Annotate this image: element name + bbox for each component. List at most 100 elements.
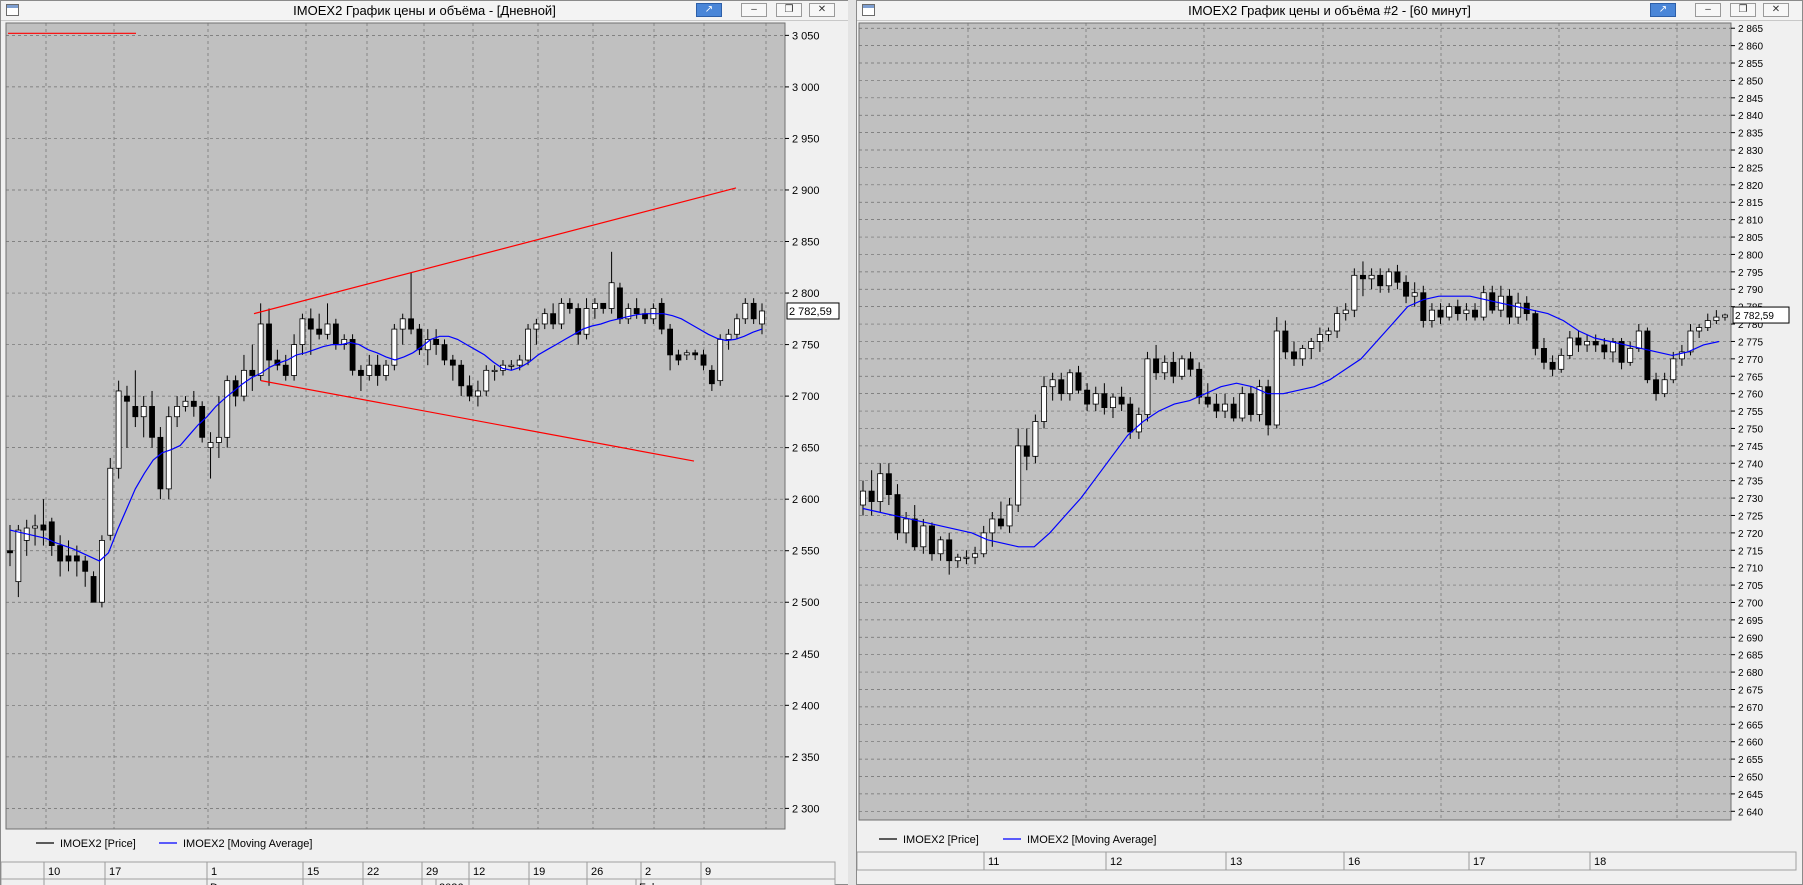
candle-body	[449, 359, 456, 366]
window-splitter[interactable]	[848, 0, 856, 885]
candle-body	[550, 313, 557, 325]
candle-body	[1282, 330, 1289, 353]
x-tick-label: 17	[109, 866, 121, 878]
y-tick-label: 2 350	[792, 752, 820, 764]
x-tick-label: 22	[367, 866, 379, 878]
candle-body	[667, 328, 673, 356]
y-tick-label: 2 720	[1738, 529, 1763, 540]
right-window-titlebar[interactable]: IMOEX2 График цены и объёма #2 - [60 мин…	[857, 1, 1802, 21]
candle-body	[157, 436, 164, 490]
y-tick-label: 2 730	[1738, 494, 1763, 505]
candle-body	[997, 518, 1004, 527]
x-tick-label: 19	[533, 866, 545, 878]
candle-body	[1325, 330, 1332, 335]
candle-body	[1377, 274, 1384, 287]
y-tick-label: 2 745	[1738, 442, 1763, 453]
candle-body	[7, 550, 13, 554]
candle-body	[374, 364, 381, 376]
y-tick-label: 2 300	[792, 803, 820, 815]
candle-body	[1015, 445, 1022, 506]
x-tick-label: 2	[645, 866, 651, 878]
minimize-button[interactable]: –	[1695, 3, 1721, 17]
candle-body	[583, 308, 590, 335]
y-tick-label: 2 840	[1738, 111, 1763, 122]
restore-button[interactable]: ❐	[1730, 3, 1756, 17]
candle-body	[937, 539, 944, 555]
candle-body	[980, 532, 987, 555]
left-price-chart[interactable]: 3 050 3 000 2 950 2 900 2 850 2 800 2 750 2 700…	[1, 21, 848, 885]
candle-body	[299, 318, 306, 345]
candle-body	[1204, 396, 1211, 405]
candle-body	[1653, 379, 1660, 395]
x-tick-label: 9	[705, 866, 711, 878]
right-price-chart[interactable]: 2 865 2 860 2 855 2 850 2 845 2 840 2 835 2 830…	[857, 21, 1802, 885]
candle-body	[1532, 313, 1539, 349]
close-button[interactable]: ✕	[1763, 3, 1789, 17]
candle-body	[249, 369, 256, 376]
restore-button[interactable]: ❐	[776, 3, 802, 17]
candle-body	[1472, 309, 1479, 318]
x-tick-label: 13	[1230, 856, 1242, 868]
candle-body	[132, 406, 139, 418]
candle-body	[399, 318, 406, 330]
candle-body	[1385, 271, 1392, 287]
candle-body	[1394, 271, 1401, 283]
y-tick-label: 2 600	[792, 494, 820, 506]
y-tick-label: 2 860	[1738, 42, 1763, 53]
left-window-titlebar[interactable]: IMOEX2 График цены и объёма - [Дневной] …	[1, 1, 848, 21]
candle-body	[90, 576, 97, 603]
link-button[interactable]: ↗	[696, 3, 722, 17]
candle-body	[441, 344, 448, 361]
candle-body	[1153, 358, 1160, 374]
x-tick-label: 29	[426, 866, 438, 878]
close-button[interactable]: ✕	[809, 3, 835, 17]
minimize-button[interactable]: –	[741, 3, 767, 17]
x-tick-label: 18	[1594, 856, 1606, 868]
candle-body	[1273, 330, 1280, 426]
candle-body	[750, 302, 757, 320]
candle-body	[1411, 292, 1418, 297]
candle-body	[1575, 337, 1582, 346]
y-tick-label: 2 725	[1738, 511, 1763, 522]
candle-body	[291, 344, 297, 376]
candle-body	[190, 400, 197, 407]
candle-body	[600, 302, 607, 309]
candle-body	[658, 302, 665, 330]
candle-body	[257, 323, 264, 376]
candle-body	[332, 323, 339, 345]
candle-body	[1713, 316, 1720, 321]
candle-body	[1704, 320, 1711, 328]
candle-body	[1437, 309, 1444, 318]
candle-body	[1161, 361, 1168, 374]
candle-body	[759, 310, 765, 325]
y-tick-label: 2 640	[1738, 807, 1763, 818]
candle-body	[541, 313, 548, 325]
y-tick-label: 2 800	[1738, 250, 1763, 261]
candle-body	[1109, 396, 1116, 408]
candle-body	[894, 494, 901, 534]
candle-body	[1351, 274, 1358, 311]
y-tick-label: 2 735	[1738, 477, 1763, 488]
y-tick-label: 2 900	[792, 185, 820, 197]
y-tick-label: 2 750	[1738, 424, 1763, 435]
candle-body	[1144, 358, 1151, 415]
candle-body	[885, 473, 892, 495]
y-tick-label: 2 715	[1738, 546, 1763, 557]
y-tick-label: 2 690	[1738, 633, 1763, 644]
y-tick-label: 2 770	[1738, 355, 1763, 366]
candle-body	[1670, 358, 1677, 381]
candle-body	[1644, 330, 1651, 381]
candle-body	[1454, 306, 1461, 315]
candle-body	[717, 339, 724, 382]
candle-body	[1308, 341, 1315, 349]
candle-body	[608, 282, 615, 309]
candle-body	[140, 406, 147, 418]
candle-body	[860, 490, 866, 506]
x-tick-label: 15	[307, 866, 319, 878]
y-tick-label: 2 665	[1738, 720, 1763, 731]
y-tick-label: 2 820	[1738, 181, 1763, 192]
link-button[interactable]: ↗	[1650, 3, 1676, 17]
candle-body	[1635, 330, 1642, 349]
candle-body	[675, 354, 682, 361]
y-tick-label: 3 050	[792, 30, 820, 42]
